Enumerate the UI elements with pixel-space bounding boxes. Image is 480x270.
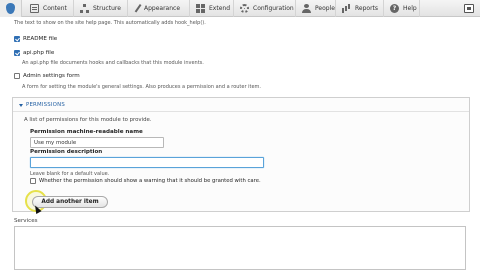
toolbar-content[interactable]: Content <box>24 0 74 17</box>
admin-settings-checkbox[interactable] <box>14 73 20 79</box>
permission-description-label: Permission description <box>30 149 103 155</box>
services-label: Services <box>14 218 38 224</box>
toolbar-structure-label: Structure <box>93 5 121 12</box>
help-description: The text to show on the site help page. … <box>14 20 206 26</box>
warning-checkbox[interactable] <box>30 178 36 184</box>
toolbar-reports-label: Reports <box>355 5 379 12</box>
apiphp-checkbox-row[interactable]: api.php file <box>14 50 54 56</box>
toolbar-reports[interactable]: Reports <box>336 0 384 17</box>
admin-settings-label: Admin settings form <box>23 73 80 79</box>
toolbar-configuration-label: Configuration <box>253 5 294 12</box>
extend-icon <box>196 4 205 13</box>
warning-checkbox-row[interactable]: Whether the permission should show a war… <box>30 178 261 184</box>
drupal-home-icon[interactable] <box>0 0 22 17</box>
help-icon: ? <box>390 4 399 13</box>
configuration-icon <box>240 4 249 13</box>
warning-label: Whether the permission should show a war… <box>39 178 261 184</box>
reports-icon <box>342 4 351 13</box>
machine-name-input[interactable]: Use my module <box>30 137 164 148</box>
toolbar-structure[interactable]: Structure <box>74 0 128 17</box>
permission-description-help: Leave blank for a default value. <box>30 171 110 177</box>
readme-label: README file <box>23 36 58 42</box>
services-textarea[interactable] <box>14 226 466 270</box>
toolbar-people[interactable]: People <box>296 0 336 17</box>
toolbar-appearance[interactable]: Appearance <box>128 0 190 17</box>
admin-settings-description: A form for setting the module's general … <box>22 84 261 90</box>
people-icon <box>302 4 311 13</box>
toolbar-help-label: Help <box>403 5 417 12</box>
appearance-icon <box>134 3 143 14</box>
permission-description-input[interactable] <box>30 157 264 168</box>
apiphp-label: api.php file <box>23 50 55 56</box>
toolbar-configuration[interactable]: Configuration <box>234 0 296 17</box>
toolbar-people-label: People <box>315 5 335 12</box>
toolbar-extend-label: Extend <box>209 5 230 12</box>
admin-settings-checkbox-row[interactable]: Admin settings form <box>14 73 80 79</box>
toolbar-content-label: Content <box>43 5 67 12</box>
apiphp-description: An api.php file documents hooks and call… <box>22 60 204 66</box>
toolbar-help[interactable]: ? Help <box>384 0 420 17</box>
fieldset-divider <box>13 111 469 112</box>
machine-name-label: Permission machine-readable name <box>30 129 143 135</box>
add-another-item-button[interactable]: Add another item <box>32 196 108 208</box>
permissions-description: A list of permissions for this module to… <box>24 117 152 123</box>
readme-checkbox-row[interactable]: README file <box>14 36 57 42</box>
toolbar-extend[interactable]: Extend <box>190 0 234 17</box>
toolbar-toggle-icon[interactable] <box>464 4 474 13</box>
content-icon <box>30 4 39 13</box>
readme-checkbox[interactable] <box>14 36 20 42</box>
admin-toolbar: Content Structure Appearance Extend Conf… <box>0 0 480 17</box>
structure-icon <box>80 4 89 13</box>
collapse-caret-icon <box>19 103 23 107</box>
permissions-legend[interactable]: PERMISSIONS <box>19 102 65 108</box>
permissions-legend-label: PERMISSIONS <box>26 102 65 108</box>
apiphp-checkbox[interactable] <box>14 50 20 56</box>
toolbar-appearance-label: Appearance <box>144 5 181 12</box>
